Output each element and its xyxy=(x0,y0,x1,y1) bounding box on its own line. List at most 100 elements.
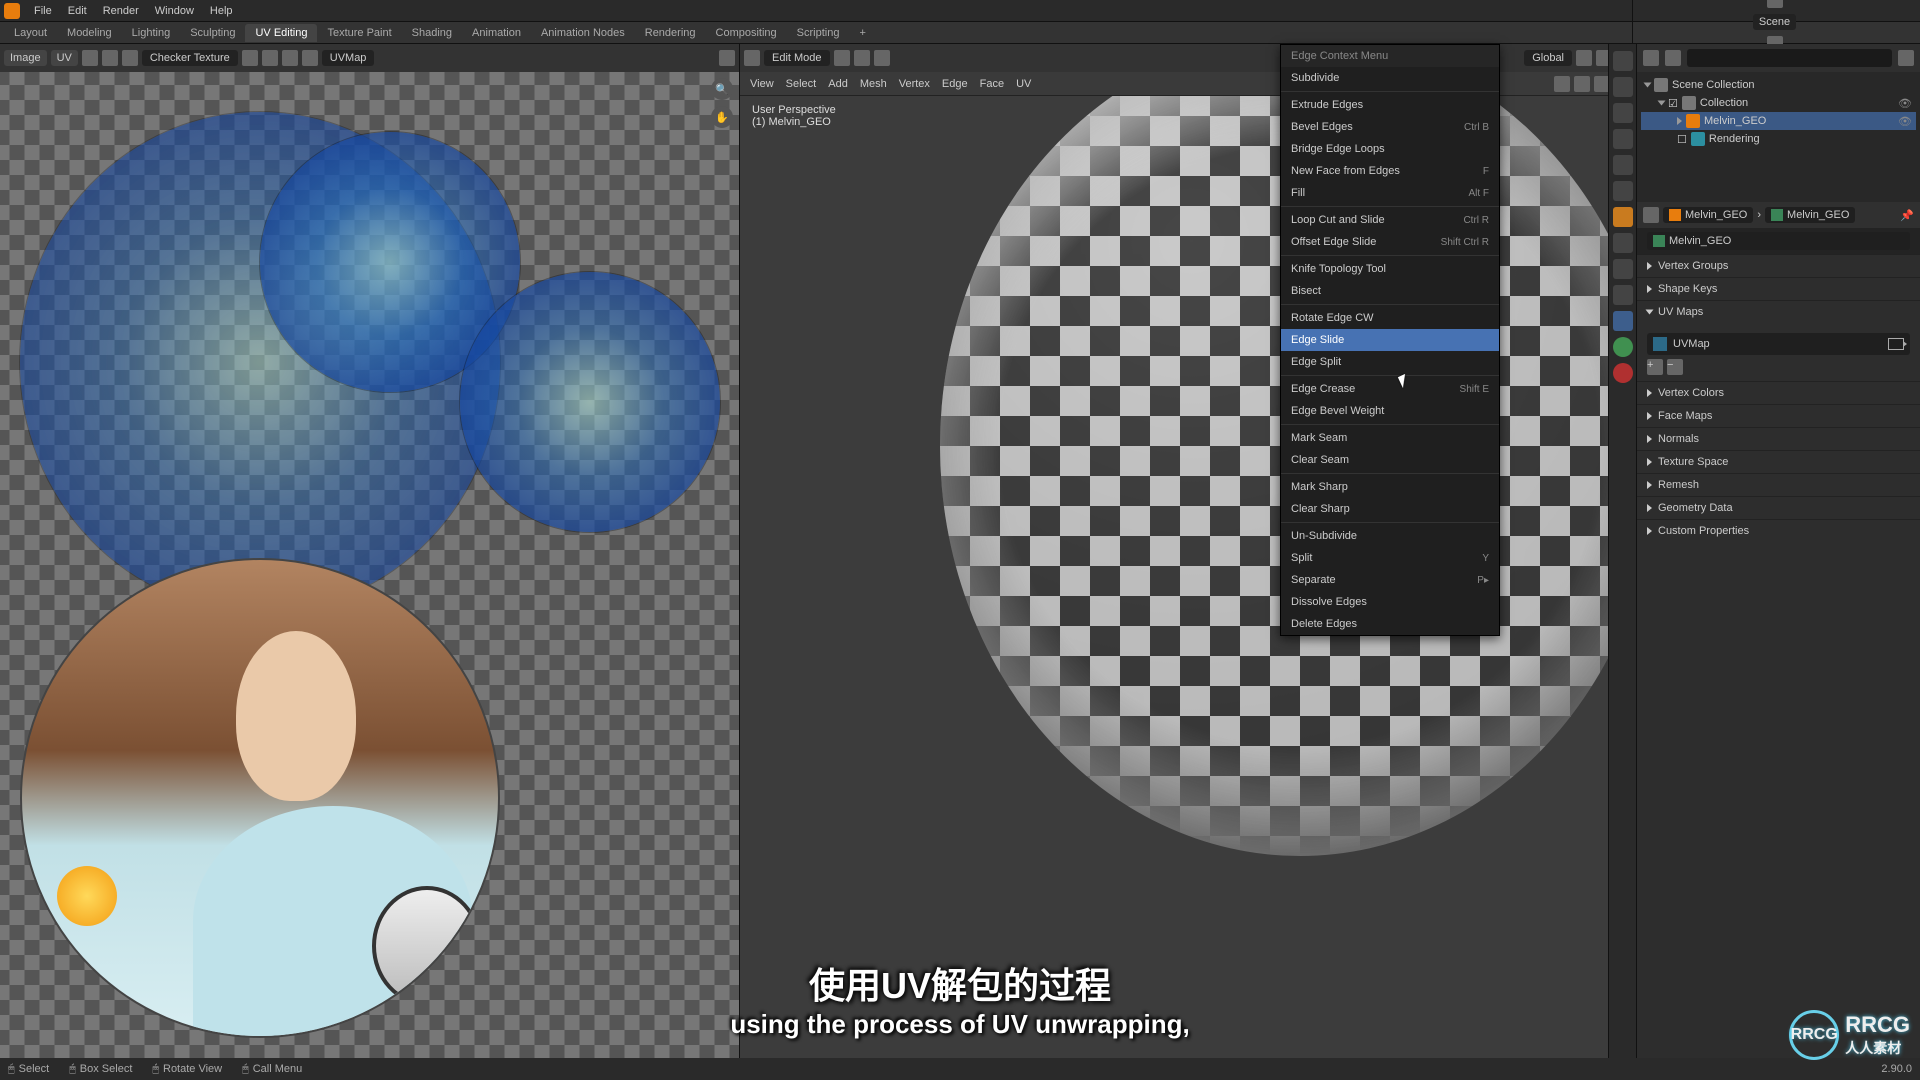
vp-menu-select[interactable]: Select xyxy=(782,78,821,90)
disclosure-icon[interactable] xyxy=(1677,117,1682,125)
add-uvmap-button[interactable]: + xyxy=(1647,359,1663,375)
mode-dropdown[interactable]: Edit Mode xyxy=(764,50,830,66)
tab-sculpting[interactable]: Sculpting xyxy=(180,24,245,42)
uvmap-list-item[interactable]: UVMap xyxy=(1647,333,1910,355)
camera-icon[interactable] xyxy=(1888,338,1904,350)
ctx-item-new-face-from-edges[interactable]: New Face from EdgesF xyxy=(1281,160,1499,182)
uv-active-map[interactable]: UVMap xyxy=(322,50,375,66)
uv-sync-icon[interactable] xyxy=(82,50,98,66)
disclosure-icon[interactable] xyxy=(1647,504,1652,512)
face-select-icon[interactable] xyxy=(874,50,890,66)
disclosure-icon[interactable] xyxy=(1647,262,1652,270)
menu-edit[interactable]: Edit xyxy=(60,5,95,17)
disclosure-icon[interactable] xyxy=(1647,412,1652,420)
tab-constraints-icon[interactable] xyxy=(1613,285,1633,305)
tab-lighting[interactable]: Lighting xyxy=(122,24,181,42)
vp-menu-face[interactable]: Face xyxy=(976,78,1008,90)
ctx-item-mark-sharp[interactable]: Mark Sharp xyxy=(1281,476,1499,498)
uv-display-icon[interactable] xyxy=(719,50,735,66)
uv-unlink-icon[interactable] xyxy=(282,50,298,66)
ctx-item-extrude-edges[interactable]: Extrude Edges xyxy=(1281,94,1499,116)
outliner-collection[interactable]: ☑ Collection 👁 xyxy=(1641,94,1916,112)
tab-texture-icon[interactable] xyxy=(1613,363,1633,383)
uv-image-dropdown[interactable]: Checker Texture xyxy=(142,50,238,66)
outliner-rendering-row[interactable]: ☐ Rendering xyxy=(1641,130,1916,148)
props-type-icon[interactable] xyxy=(1643,207,1659,223)
tab-world-icon[interactable] xyxy=(1613,155,1633,175)
outliner-search[interactable] xyxy=(1687,49,1892,67)
tab-object-icon[interactable] xyxy=(1613,181,1633,201)
tab-texture-paint[interactable]: Texture Paint xyxy=(317,24,401,42)
disclosure-icon[interactable] xyxy=(1658,101,1666,106)
vp-menu-uv[interactable]: UV xyxy=(1012,78,1035,90)
tab-viewlayer-icon[interactable] xyxy=(1613,103,1633,123)
vp-menu-edge[interactable]: Edge xyxy=(938,78,972,90)
scene-selector[interactable]: Scene xyxy=(1753,14,1796,30)
ctx-item-edge-crease[interactable]: Edge CreaseShift E xyxy=(1281,378,1499,400)
outliner-scene-collection[interactable]: Scene Collection xyxy=(1641,76,1916,94)
shading-wire-icon[interactable] xyxy=(1554,76,1570,92)
ctx-item-mark-seam[interactable]: Mark Seam xyxy=(1281,427,1499,449)
ctx-item-bevel-edges[interactable]: Bevel EdgesCtrl B xyxy=(1281,116,1499,138)
edge-select-icon[interactable] xyxy=(854,50,870,66)
tab-animation[interactable]: Animation xyxy=(462,24,531,42)
uv-stage[interactable]: 🔍 ✋ xyxy=(0,72,739,1058)
pivot-icon[interactable] xyxy=(1576,50,1592,66)
visibility-icon[interactable]: 👁 xyxy=(1898,115,1912,128)
ctx-item-bisect[interactable]: Bisect xyxy=(1281,280,1499,302)
vp-menu-add[interactable]: Add xyxy=(824,78,852,90)
crumb-object[interactable]: Melvin_GEO xyxy=(1663,207,1753,223)
disclosure-icon[interactable] xyxy=(1647,389,1652,397)
outliner-filter-icon[interactable] xyxy=(1898,50,1914,66)
outliner-object-row[interactable]: Melvin_GEO 👁 xyxy=(1641,112,1916,130)
menu-render[interactable]: Render xyxy=(95,5,147,17)
vp-menu-mesh[interactable]: Mesh xyxy=(856,78,891,90)
tab-rendering[interactable]: Rendering xyxy=(635,24,706,42)
tab-material-icon[interactable] xyxy=(1613,337,1633,357)
disclosure-icon[interactable] xyxy=(1646,310,1654,315)
pin-icon[interactable]: 📌 xyxy=(1900,209,1914,222)
menu-window[interactable]: Window xyxy=(147,5,202,17)
ctx-item-un-subdivide[interactable]: Un-Subdivide xyxy=(1281,525,1499,547)
uv-new-image-icon[interactable] xyxy=(242,50,258,66)
tab-physics-icon[interactable] xyxy=(1613,259,1633,279)
tab-particles-icon[interactable] xyxy=(1613,233,1633,253)
ctx-item-edge-split[interactable]: Edge Split xyxy=(1281,351,1499,373)
ctx-item-knife-topology-tool[interactable]: Knife Topology Tool xyxy=(1281,258,1499,280)
crumb-data[interactable]: Melvin_GEO xyxy=(1765,207,1855,223)
visibility-icon[interactable]: 👁 xyxy=(1898,97,1912,110)
ctx-item-edge-slide[interactable]: Edge Slide xyxy=(1281,329,1499,351)
ctx-item-edge-bevel-weight[interactable]: Edge Bevel Weight xyxy=(1281,400,1499,422)
disclosure-icon[interactable] xyxy=(1644,83,1652,88)
uv-select-mode-icon[interactable] xyxy=(102,50,118,66)
ctx-item-fill[interactable]: FillAlt F xyxy=(1281,182,1499,204)
ctx-item-split[interactable]: SplitY xyxy=(1281,547,1499,569)
outliner-type-icon[interactable] xyxy=(1643,50,1659,66)
ctx-item-subdivide[interactable]: Subdivide xyxy=(1281,67,1499,89)
ctx-item-dissolve-edges[interactable]: Dissolve Edges xyxy=(1281,591,1499,613)
uv-sticky-icon[interactable] xyxy=(122,50,138,66)
tab-modifier-icon[interactable] xyxy=(1613,207,1633,227)
editor-type-icon[interactable] xyxy=(744,50,760,66)
viewport-stage[interactable]: User Perspective (1) Melvin_GEO xyxy=(740,96,1636,1058)
ctx-item-separate[interactable]: SeparateP▸ xyxy=(1281,569,1499,591)
tab-scripting[interactable]: Scripting xyxy=(787,24,850,42)
tab-anim-nodes[interactable]: Animation Nodes xyxy=(531,24,635,42)
ctx-item-bridge-edge-loops[interactable]: Bridge Edge Loops xyxy=(1281,138,1499,160)
remove-uvmap-button[interactable]: − xyxy=(1667,359,1683,375)
vert-select-icon[interactable] xyxy=(834,50,850,66)
pan-icon[interactable]: ✋ xyxy=(711,106,733,128)
ctx-item-offset-edge-slide[interactable]: Offset Edge SlideShift Ctrl R xyxy=(1281,231,1499,253)
ctx-item-clear-seam[interactable]: Clear Seam xyxy=(1281,449,1499,471)
outliner-display-icon[interactable] xyxy=(1665,50,1681,66)
ctx-item-loop-cut-and-slide[interactable]: Loop Cut and SlideCtrl R xyxy=(1281,209,1499,231)
tab-uv-editing[interactable]: UV Editing xyxy=(245,24,317,42)
disclosure-icon[interactable] xyxy=(1647,285,1652,293)
uv-menu-image[interactable]: Image xyxy=(4,50,47,66)
tab-shading[interactable]: Shading xyxy=(402,24,462,42)
ctx-item-delete-edges[interactable]: Delete Edges xyxy=(1281,613,1499,635)
tab-modeling[interactable]: Modeling xyxy=(57,24,122,42)
add-workspace-button[interactable]: + xyxy=(849,24,875,42)
disclosure-icon[interactable] xyxy=(1647,458,1652,466)
tab-compositing[interactable]: Compositing xyxy=(706,24,787,42)
